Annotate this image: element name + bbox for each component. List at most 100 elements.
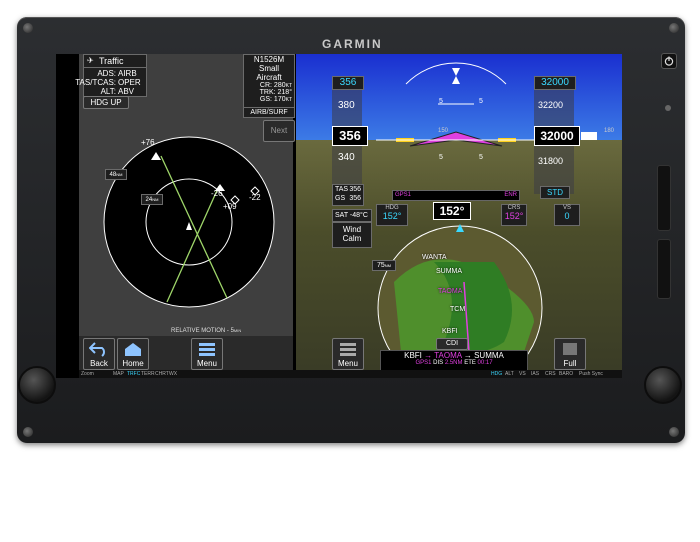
power-icon	[664, 56, 674, 66]
roll-pointer-icon	[452, 68, 460, 76]
flight-phase-label: ENR	[504, 192, 517, 198]
waypoint-label: TCM	[450, 306, 466, 313]
ads-value: AIRB	[118, 69, 137, 78]
current-heading: 152°	[433, 202, 471, 220]
aircraft-symbol-icon	[409, 131, 503, 147]
current-airspeed: 356	[332, 126, 368, 146]
airspeed-tick: 340	[338, 152, 355, 163]
selected-airspeed[interactable]: 356	[332, 76, 364, 90]
heading-tape-value: 180	[604, 128, 615, 134]
back-arrow-icon	[88, 342, 105, 357]
primary-flight-display: 5 5 5 5 150 180 380 340 356 356 TAS 356 G…	[296, 54, 622, 370]
softkey-vs[interactable]: VS	[519, 371, 526, 377]
traffic-title: Traffic	[99, 56, 124, 66]
range-inner-label: 24NM	[141, 194, 163, 205]
alt-label: ALT:	[100, 87, 116, 96]
aircraft-type: Small	[258, 64, 279, 73]
home-button[interactable]: Home	[117, 338, 149, 370]
sat-box: SAT -48°C	[332, 209, 372, 222]
target-altitude: +09	[223, 202, 237, 211]
card-slot-upper	[657, 165, 671, 231]
softkey-hdg[interactable]: HDG	[491, 371, 502, 377]
cdi-bar: GPS1 ENR	[392, 190, 520, 201]
gs-row: GS: 170KT	[259, 96, 292, 103]
pitch-label: 5	[479, 98, 483, 105]
airspeed-tick: 380	[338, 100, 355, 111]
softkey-terr[interactable]: TERR	[141, 371, 155, 377]
fullscreen-icon	[563, 343, 577, 355]
cdi-button[interactable]: CDI	[436, 338, 468, 350]
map-range[interactable]: 75NM	[372, 260, 396, 271]
zoom-label: Zoom	[81, 371, 94, 377]
power-button[interactable]	[661, 53, 677, 69]
softkey-trfc[interactable]: TRFC	[127, 371, 140, 377]
softkey-bar: Zoom MAP TRFC TERR CHRT WX HDG ALT VS IA…	[79, 370, 622, 378]
pfd-menu-button[interactable]: Menu	[332, 338, 364, 370]
softkey-crs[interactable]: CRS	[545, 371, 556, 377]
screw	[669, 427, 679, 437]
current-altitude: 32000	[534, 126, 580, 146]
heading-tape-value: 150	[438, 128, 449, 134]
traffic-status-box: ADS: AIRB TAS/TCAS: OPER ALT: ABV	[75, 67, 147, 97]
waypoint-label: WANTA	[422, 254, 447, 261]
light-sensor	[665, 105, 671, 111]
airb-surf-status: AIRB/SURF	[243, 107, 295, 118]
menu-icon	[340, 343, 356, 356]
full-button[interactable]: Full	[554, 338, 586, 370]
target-altitude: +76	[141, 138, 155, 147]
vs-box[interactable]: VS 0	[554, 204, 580, 226]
selected-altitude[interactable]: 32000	[534, 76, 576, 90]
waypoint-label: KBFI	[442, 328, 458, 335]
gps-source-label: GPS1	[395, 192, 412, 198]
trk-row: TRK: 218°	[259, 89, 292, 96]
ads-label: ADS:	[97, 69, 116, 78]
back-button[interactable]: Back	[83, 338, 115, 370]
screw	[23, 427, 33, 437]
softkey-alt[interactable]: ALT	[505, 371, 514, 377]
traffic-icon: ✈	[87, 56, 94, 65]
softkey-wx[interactable]: WX	[169, 371, 177, 377]
altitude-tick: 31800	[538, 156, 564, 166]
menu-icon	[199, 343, 215, 356]
screw	[23, 23, 33, 33]
menu-button[interactable]: Menu	[191, 338, 223, 370]
card-slot-lower	[657, 239, 671, 299]
screw	[669, 23, 679, 33]
distance-row: GPS1 DIS 2.5NM ETE 00:17	[415, 360, 493, 366]
cr-row: CR: 280KT	[259, 82, 292, 89]
softkey-map[interactable]: MAP	[113, 371, 124, 377]
softkey-baro[interactable]: BARO	[559, 371, 573, 377]
route-row: KBFI → TAOMA → SUMMA	[404, 351, 504, 360]
softkey-ias[interactable]: IAS	[531, 371, 539, 377]
hdg-up-button[interactable]: HDG UP	[83, 96, 129, 109]
touch-screen: ✈ Traffic ADS: AIRB TAS/TCAS: OPER ALT: …	[56, 54, 622, 378]
flight-plan-box[interactable]: KBFI → TAOMA → SUMMA GPS1 DIS 2.5NM ETE …	[380, 350, 528, 370]
vsi-pointer	[581, 132, 597, 140]
tas-tcas-value: OPER	[118, 78, 141, 87]
pitch-label: 5	[479, 154, 483, 161]
right-knob[interactable]	[644, 366, 682, 404]
left-knob[interactable]	[18, 366, 56, 404]
active-waypoint-label: TAOMA	[438, 288, 463, 295]
pitch-label: 5	[439, 154, 443, 161]
waypoint-label: SUMMA	[436, 268, 463, 275]
range-outer-label: 48NM	[105, 169, 127, 180]
target-altitude: -22	[249, 193, 261, 202]
alt-value: ABV	[118, 87, 135, 96]
tas-gs-box: TAS 356 GS 356	[332, 184, 364, 206]
target-altitude: -26	[211, 189, 223, 198]
aircraft-type: Aircraft	[256, 73, 282, 82]
pitch-label: 5	[439, 98, 443, 105]
relative-motion-label: RELATIVE MOTION - 5MIN	[171, 328, 242, 334]
softkey-chrt[interactable]: CHRT	[155, 371, 169, 377]
brand-logo: GARMIN	[322, 37, 383, 51]
tas-tcas-label: TAS/TCAS:	[75, 78, 116, 87]
baro-setting[interactable]: STD	[540, 186, 570, 199]
traffic-title-box: ✈ Traffic	[83, 54, 147, 68]
attitude-indicator	[376, 62, 536, 147]
wind-box: Wind Calm	[332, 222, 372, 248]
next-button[interactable]: Next	[263, 120, 295, 142]
tail-number: N1526M	[253, 55, 285, 64]
home-icon	[125, 343, 141, 356]
altitude-tick: 32200	[538, 100, 564, 110]
